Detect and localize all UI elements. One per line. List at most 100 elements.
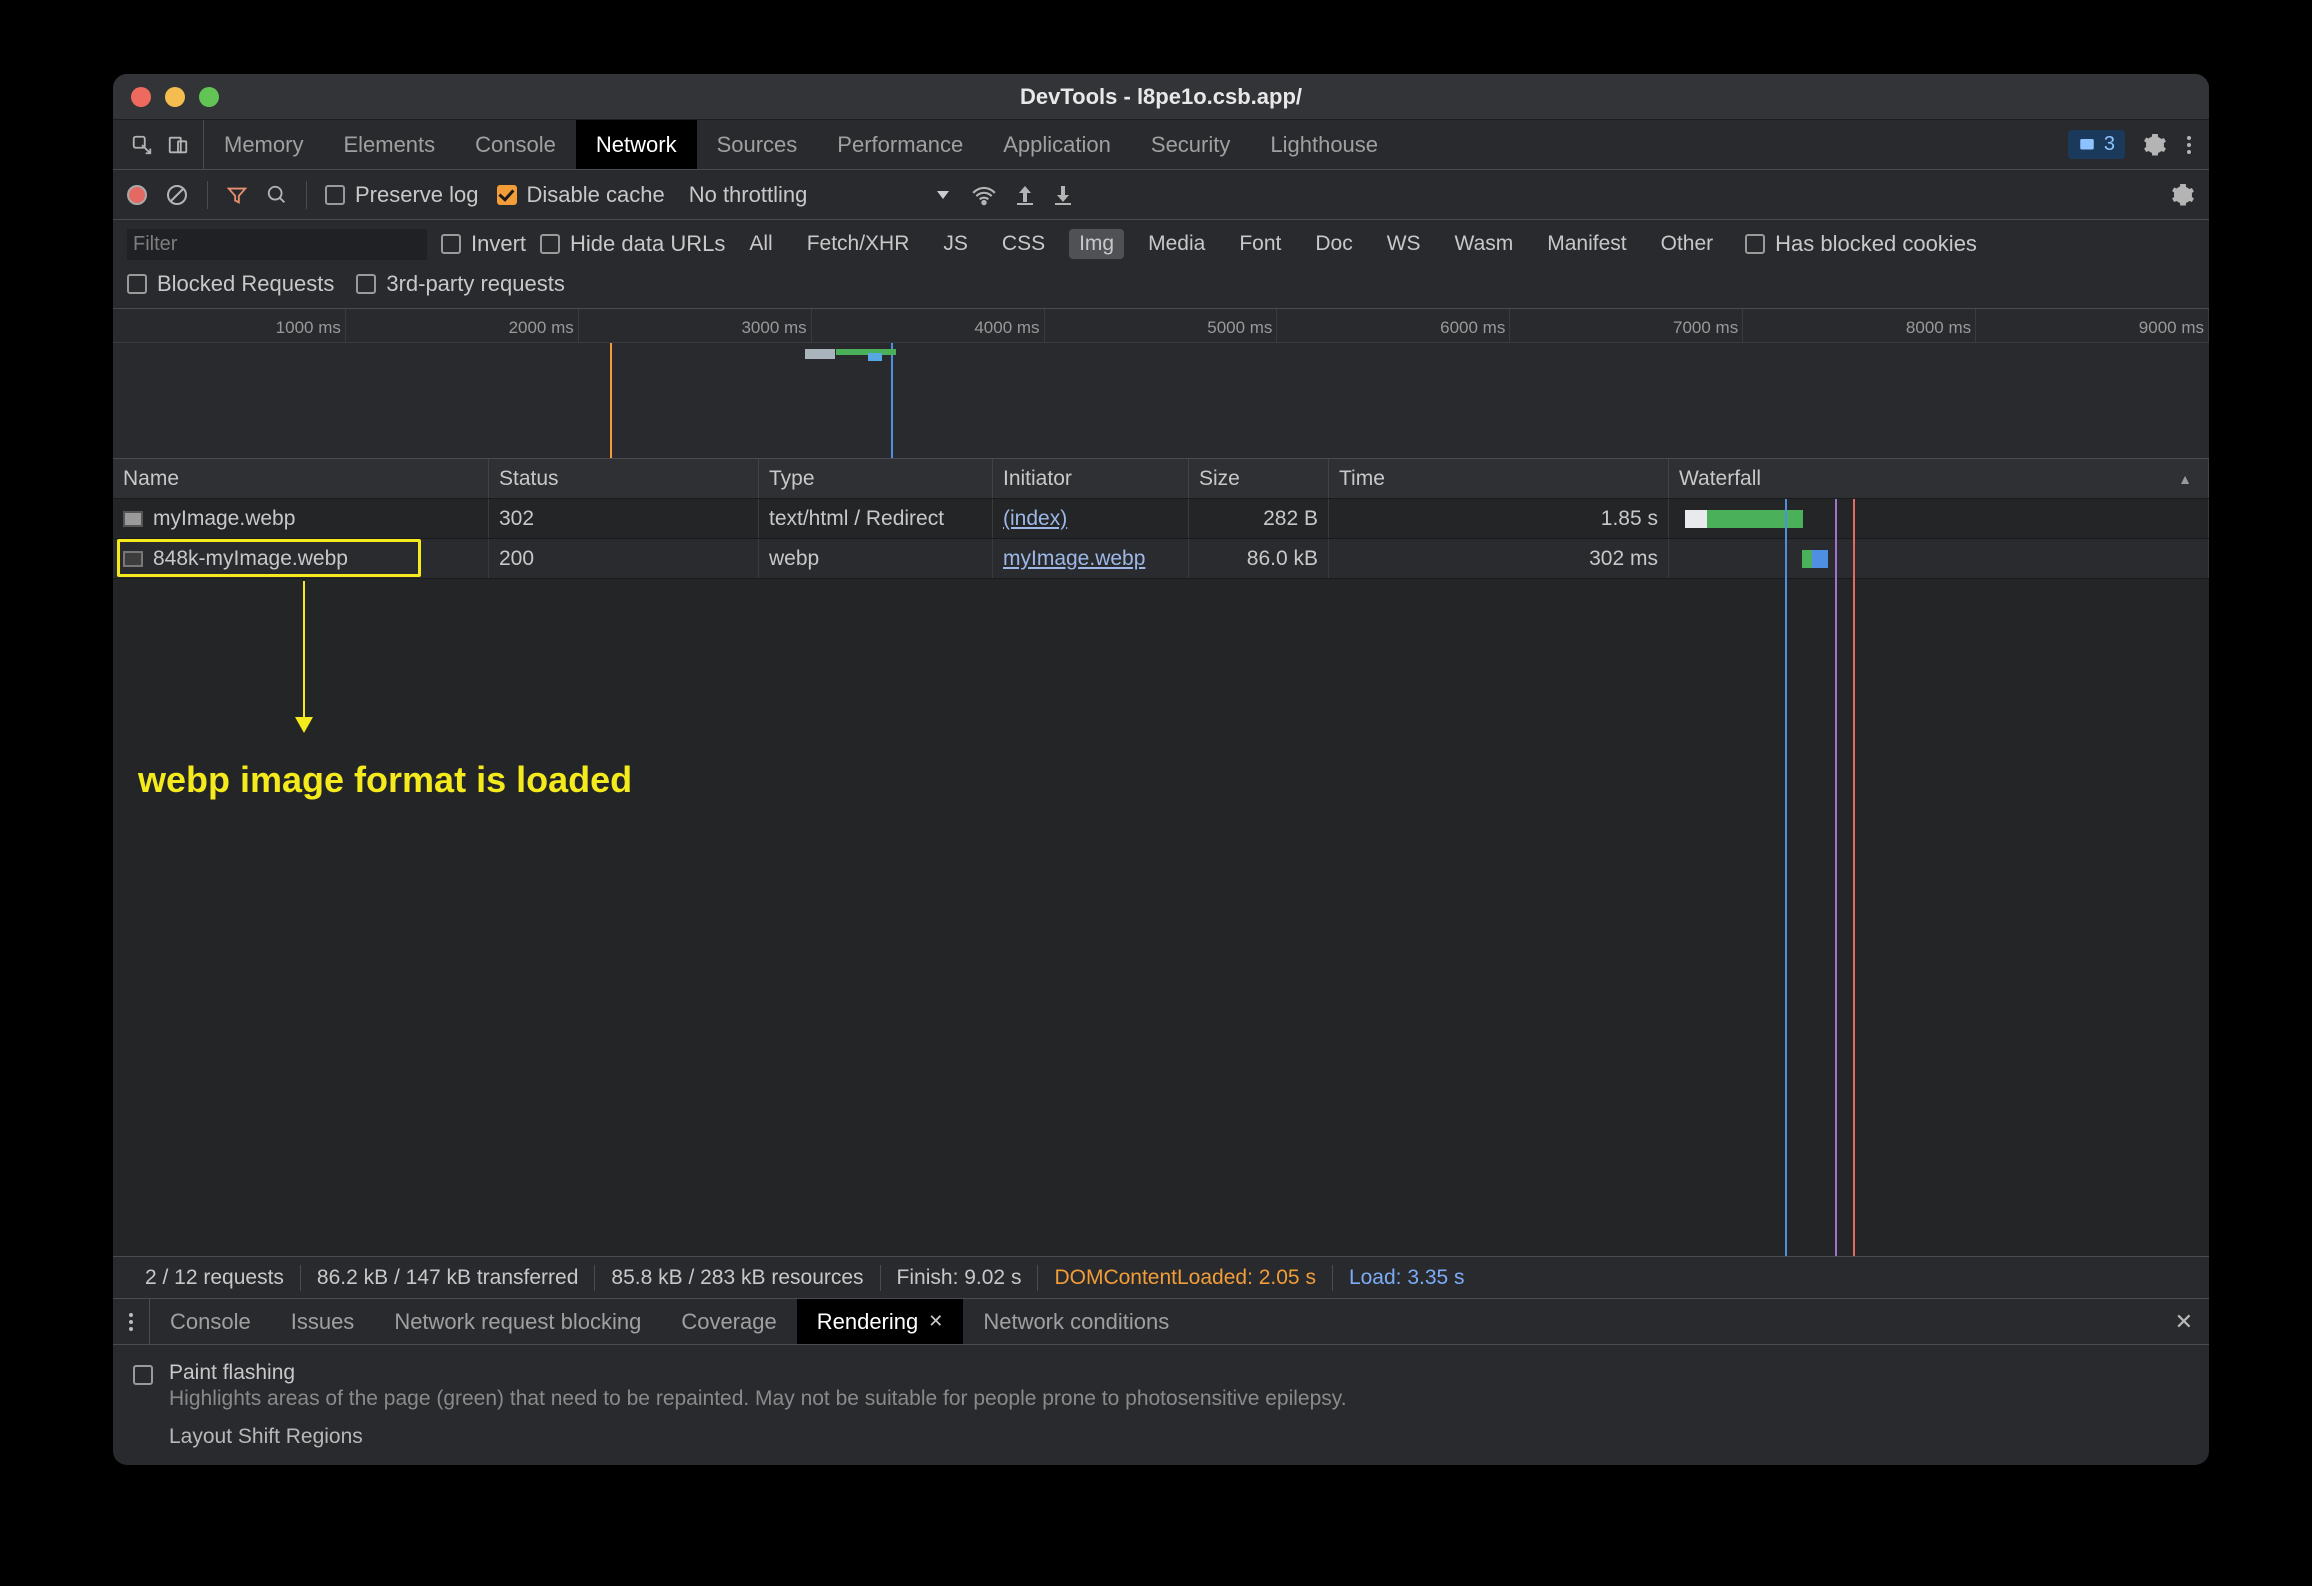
tab-security[interactable]: Security [1131,120,1250,169]
th-type[interactable]: Type [759,459,993,498]
type-filter-font[interactable]: Font [1229,229,1291,259]
cell-type: text/html / Redirect [759,499,993,538]
third-party-toggle[interactable]: 3rd-party requests [356,271,565,297]
drawer-more-icon[interactable] [113,1299,150,1344]
cell-status: 200 [489,539,759,578]
network-toolbar: Preserve log Disable cache No throttling [113,170,2209,220]
blocked-requests-toggle[interactable]: Blocked Requests [127,271,334,297]
type-filter-css[interactable]: CSS [992,229,1055,259]
cell-time: 1.85 s [1329,499,1669,538]
invert-toggle[interactable]: Invert [441,231,526,257]
throttling-select[interactable]: No throttling [689,182,954,208]
cell-size: 86.0 kB [1189,539,1329,578]
upload-har-icon[interactable] [1015,184,1035,206]
close-tab-icon[interactable]: ✕ [928,1311,943,1332]
devtools-window: DevTools - l8pe1o.csb.app/ Memory Elemen… [113,74,2209,1465]
th-time[interactable]: Time [1329,459,1669,498]
record-button[interactable] [127,185,147,205]
type-filter-wasm[interactable]: Wasm [1445,229,1524,259]
tab-network[interactable]: Network [576,120,697,169]
type-filter-other[interactable]: Other [1651,229,1724,259]
summary-resources: 85.8 kB / 283 kB resources [595,1266,879,1290]
drawer-tab-netblock[interactable]: Network request blocking [374,1299,661,1344]
sort-indicator-icon: ▲ [2178,471,2192,487]
table-row[interactable]: myImage.webp 302 text/html / Redirect (i… [113,499,2209,539]
device-toolbar-icon[interactable] [167,134,189,156]
drawer-tab-coverage[interactable]: Coverage [661,1299,796,1344]
checkbox-icon [127,274,147,294]
drawer-close-icon[interactable]: ✕ [2159,1299,2209,1344]
settings-gear-icon[interactable] [2143,133,2167,157]
preserve-log-toggle[interactable]: Preserve log [325,182,479,208]
type-filter-manifest[interactable]: Manifest [1537,229,1636,259]
clear-icon[interactable] [165,183,189,207]
th-size[interactable]: Size [1189,459,1329,498]
table-row[interactable]: 848k-myImage.webp 200 webp myImage.webp … [113,539,2209,579]
cell-time: 302 ms [1329,539,1669,578]
filter-input[interactable] [127,229,427,260]
checkbox-icon [1745,234,1765,254]
type-filter-js[interactable]: JS [933,229,978,259]
tab-memory[interactable]: Memory [204,120,323,169]
th-waterfall[interactable]: Waterfall ▲ [1669,459,2209,498]
cell-name: 848k-myImage.webp [113,539,489,578]
window-controls [131,87,219,107]
tab-sources[interactable]: Sources [697,120,818,169]
tab-performance[interactable]: Performance [817,120,983,169]
drawer-tab-bar: Console Issues Network request blocking … [113,1298,2209,1344]
tab-console[interactable]: Console [455,120,576,169]
network-conditions-icon[interactable] [971,184,997,206]
tab-elements[interactable]: Elements [323,120,455,169]
type-filter-media[interactable]: Media [1138,229,1215,259]
zoom-window-button[interactable] [199,87,219,107]
filter-bar: Invert Hide data URLs All Fetch/XHR JS C… [113,220,2209,309]
th-initiator[interactable]: Initiator [993,459,1189,498]
disable-cache-toggle[interactable]: Disable cache [497,182,665,208]
drawer-tab-rendering[interactable]: Rendering ✕ [797,1299,964,1344]
type-filter-img[interactable]: Img [1069,229,1124,259]
issues-badge[interactable]: 3 [2068,130,2125,159]
disable-cache-label: Disable cache [527,182,665,208]
summary-bar: 2 / 12 requests 86.2 kB / 147 kB transfe… [113,1256,2209,1298]
table-body: myImage.webp 302 text/html / Redirect (i… [113,499,2209,1256]
summary-finish: Finish: 9.02 s [881,1266,1038,1290]
main-tab-bar: Memory Elements Console Network Sources … [113,120,2209,170]
checkbox-icon [325,185,345,205]
drawer-tab-issues[interactable]: Issues [271,1299,375,1344]
window-title: DevTools - l8pe1o.csb.app/ [113,84,2209,110]
type-filter-all[interactable]: All [739,229,782,259]
drawer-tab-netcond[interactable]: Network conditions [963,1299,1189,1344]
hide-data-urls-toggle[interactable]: Hide data URLs [540,231,725,257]
file-icon [123,511,143,527]
search-icon[interactable] [266,184,288,206]
cell-waterfall [1669,539,2209,578]
tab-lighthouse[interactable]: Lighthouse [1250,120,1398,169]
paint-flashing-option[interactable]: Paint flashing Highlights areas of the p… [133,1361,2189,1411]
th-name[interactable]: Name [113,459,489,498]
tab-application[interactable]: Application [983,120,1131,169]
download-har-icon[interactable] [1053,184,1073,206]
layout-shift-option[interactable]: Layout Shift Regions [133,1425,2189,1455]
timeline-ruler: 1000 ms 2000 ms 3000 ms 4000 ms 5000 ms … [113,309,2209,343]
filter-icon[interactable] [226,184,248,206]
has-blocked-cookies-toggle[interactable]: Has blocked cookies [1745,231,1977,257]
close-window-button[interactable] [131,87,151,107]
type-filter-doc[interactable]: Doc [1305,229,1362,259]
th-status[interactable]: Status [489,459,759,498]
inspect-element-icon[interactable] [131,134,153,156]
paint-flashing-desc: Highlights areas of the page (green) tha… [169,1387,1347,1411]
summary-dcl: DOMContentLoaded: 2.05 s [1038,1266,1332,1290]
network-table: Name Status Type Initiator Size Time Wat… [113,459,2209,1256]
type-filter-fetch[interactable]: Fetch/XHR [797,229,920,259]
timeline-overview[interactable]: 1000 ms 2000 ms 3000 ms 4000 ms 5000 ms … [113,309,2209,459]
drawer-tab-console[interactable]: Console [150,1299,271,1344]
main-tabs: Memory Elements Console Network Sources … [204,120,1398,169]
panel-settings-gear-icon[interactable] [2171,183,2195,207]
issues-count: 3 [2104,133,2115,156]
type-filter-ws[interactable]: WS [1377,229,1431,259]
more-menu-icon[interactable] [2185,133,2193,157]
cell-type: webp [759,539,993,578]
cell-initiator: (index) [993,499,1189,538]
minimize-window-button[interactable] [165,87,185,107]
paint-flashing-title: Paint flashing [169,1361,1347,1385]
